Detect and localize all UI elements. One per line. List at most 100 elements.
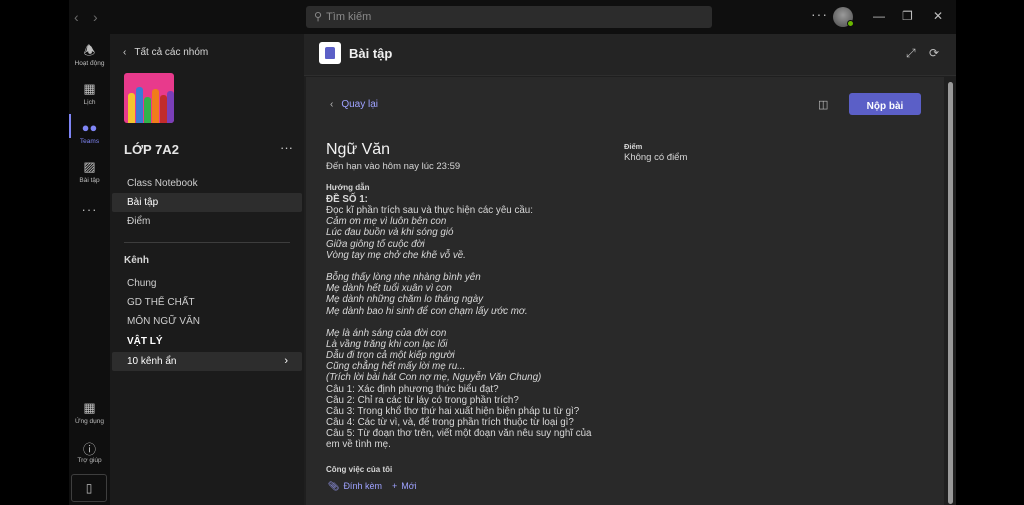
- submit-button[interactable]: Nộp bài: [849, 93, 921, 115]
- bell-icon: 🕭: [83, 43, 96, 58]
- instruction-line: Đọc kĩ phần trích sau và thực hiện các y…: [326, 205, 533, 217]
- forward-arrow-icon[interactable]: ›: [93, 9, 98, 25]
- instruction-line: Cảm ơn mẹ vì luôn bên con: [326, 216, 447, 228]
- instruction-line: Vòng tay mẹ chở che khẽ vỗ về.: [326, 249, 466, 261]
- channel-physics[interactable]: VẬT LÝ: [112, 332, 302, 351]
- grade-label: Điểm: [624, 142, 643, 151]
- back-link[interactable]: ‹ Quay lại: [330, 99, 378, 110]
- instruction-line: Dẫu đi trọn cả một kiếp người: [326, 350, 455, 362]
- assignment-content: ‹ Quay lại ◫ Nộp bài Ngữ Văn Đến hạn vào …: [306, 77, 944, 505]
- pencil-shape: [160, 95, 167, 123]
- chevron-left-icon: ‹: [330, 99, 334, 110]
- more-options-icon[interactable]: ···: [811, 6, 828, 22]
- chevron-right-icon: ›: [284, 355, 288, 367]
- instruction-line: Lúc đau buồn và khi sóng gió: [326, 227, 454, 239]
- channel-general[interactable]: Chung: [112, 274, 302, 293]
- assignments-icon: ▨: [83, 159, 96, 174]
- help-icon: ⓘ: [82, 442, 96, 457]
- assignment-title: Ngữ Văn: [326, 141, 391, 158]
- due-date: Đến hạn vào hôm nay lúc 23:59: [326, 161, 461, 172]
- chevron-left-icon: ‹: [123, 47, 127, 58]
- rail-label: Teams: [79, 138, 100, 145]
- divider: [124, 242, 290, 243]
- tab-grades[interactable]: Điểm: [112, 212, 302, 231]
- channel-pe[interactable]: GD THỂ CHẤT: [112, 293, 302, 312]
- rail-label: Ứng dụng: [74, 418, 105, 425]
- instructions-label: Hướng dẫn: [326, 183, 370, 192]
- rail-item-assignments[interactable]: ▨ Bài tập: [69, 159, 110, 184]
- instruction-line: (Trích lời bài hát Con nợ mẹ, Nguyễn Văn…: [326, 372, 542, 384]
- team-panel: ‹ Tất cả các nhóm LỚP 7A2 ··· Class Noteb…: [110, 34, 304, 505]
- my-work-label: Công việc của tôi: [326, 465, 393, 474]
- attach-button[interactable]: 📎︎ Đính kèm: [328, 481, 382, 492]
- main-area: Bài tập ⤢ ⟳ ‹ Quay lại ◫ Nộp bài Ngữ Văn …: [304, 34, 956, 505]
- all-teams-label: Tất cả các nhóm: [134, 47, 209, 58]
- rail-item-help[interactable]: ⓘ Trợ giúp: [69, 439, 110, 464]
- instruction-line: Giữa giông tố cuộc đời: [326, 238, 425, 250]
- app-title: Bài tập: [349, 46, 393, 61]
- rail-label: Hoạt động: [74, 60, 105, 67]
- app-header: Bài tập ⤢ ⟳: [304, 34, 956, 76]
- instruction-line: Câu 5: Từ đoạn thơ trên, viết một đoạn v…: [326, 428, 592, 440]
- back-arrow-icon[interactable]: ‹: [74, 9, 79, 25]
- refresh-icon[interactable]: ⟳: [929, 46, 939, 60]
- back-label: Quay lại: [341, 99, 379, 110]
- instruction-line: Mẹ dành bao hi sinh để con chạm lấy ước …: [326, 305, 528, 317]
- rail-item-apps[interactable]: ▦ Ứng dụng: [69, 400, 110, 425]
- scrollbar-thumb[interactable]: [948, 82, 953, 504]
- new-button[interactable]: + Mới: [392, 481, 417, 491]
- instruction-line: Bỗng thấy lòng nhẹ nhàng bình yên: [326, 272, 481, 284]
- more-apps-icon[interactable]: ···: [69, 202, 110, 217]
- all-teams-link[interactable]: ‹ Tất cả các nhóm: [123, 47, 208, 58]
- instruction-line: Câu 2: Chỉ ra các từ láy có trong phần t…: [326, 394, 519, 406]
- instruction-line: ĐỀ SỐ 1:: [326, 194, 368, 205]
- channel-literature[interactable]: MÔN NGỮ VĂN: [112, 312, 302, 331]
- phone-icon: ▯: [85, 481, 93, 495]
- backpack-shape: [325, 47, 335, 59]
- instruction-line: Câu 3: Trong khổ thơ thứ hai xuất hiện b…: [326, 405, 580, 417]
- teams-icon: ●●: [81, 120, 98, 135]
- paperclip-icon: 📎︎: [328, 481, 340, 491]
- title-bar: ‹ › ⚲ Tìm kiếm ··· — ❐ ✕: [69, 0, 956, 34]
- hidden-channels[interactable]: 10 kênh ẩn ›: [112, 352, 302, 371]
- instruction-line: Là vầng trăng khi con lạc lối: [326, 339, 448, 350]
- instruction-line: em về tình mẹ.: [326, 439, 391, 451]
- close-button[interactable]: ✕: [933, 9, 943, 23]
- team-more-icon[interactable]: ···: [280, 140, 293, 155]
- status-badge: [847, 20, 854, 27]
- minimize-button[interactable]: —: [873, 9, 885, 23]
- instruction-line: Câu 4: Các từ vì, và, để trong phần tríc…: [326, 417, 574, 429]
- search-placeholder: Tìm kiếm: [326, 11, 372, 23]
- instruction-line: Mẹ dành những chăm lo tháng ngày: [326, 294, 484, 306]
- search-input[interactable]: ⚲ Tìm kiếm: [306, 6, 712, 28]
- pencil-shape: [167, 91, 174, 123]
- pencil-shape: [152, 89, 159, 123]
- rail-item-activity[interactable]: 🕭 Hoạt động: [69, 42, 110, 67]
- maximize-button[interactable]: ❐: [902, 9, 913, 23]
- attach-label: Đính kèm: [343, 481, 382, 491]
- instruction-line: Mẹ dành hết tuổi xuân vì con: [326, 283, 452, 295]
- tab-class-notebook[interactable]: Class Notebook: [112, 174, 302, 193]
- plus-icon: +: [392, 481, 398, 491]
- teams-window: ‹ › ⚲ Tìm kiếm ··· — ❐ ✕ 🕭 Hoạt động ▦ Lị…: [69, 0, 956, 505]
- instruction-line: Mẹ là ánh sáng của đời con: [326, 327, 447, 339]
- team-image: [124, 73, 174, 123]
- rail-label: Trợ giúp: [77, 457, 102, 464]
- calendar-icon: ▦: [83, 81, 96, 96]
- immersive-reader-icon[interactable]: ◫: [818, 98, 828, 111]
- app-rail: 🕭 Hoạt động ▦ Lịch ●● Teams ▨ Bài tập ··…: [69, 34, 110, 505]
- tab-assignments[interactable]: Bài tập: [112, 193, 302, 212]
- instruction-line: Câu 1: Xác định phương thức biểu đạt?: [326, 383, 499, 395]
- pencil-shape: [136, 87, 143, 123]
- grade-value: Không có điểm: [624, 152, 688, 163]
- mobile-app-button[interactable]: ▯: [71, 474, 107, 502]
- channels-heading: Kênh: [124, 255, 149, 266]
- new-label: Mới: [401, 481, 417, 491]
- rail-label: Lịch: [83, 99, 96, 106]
- rail-item-teams[interactable]: ●● Teams: [69, 120, 110, 145]
- expand-icon[interactable]: ⤢: [906, 46, 916, 61]
- assignments-app-icon: [319, 42, 341, 64]
- rail-item-calendar[interactable]: ▦ Lịch: [69, 81, 110, 106]
